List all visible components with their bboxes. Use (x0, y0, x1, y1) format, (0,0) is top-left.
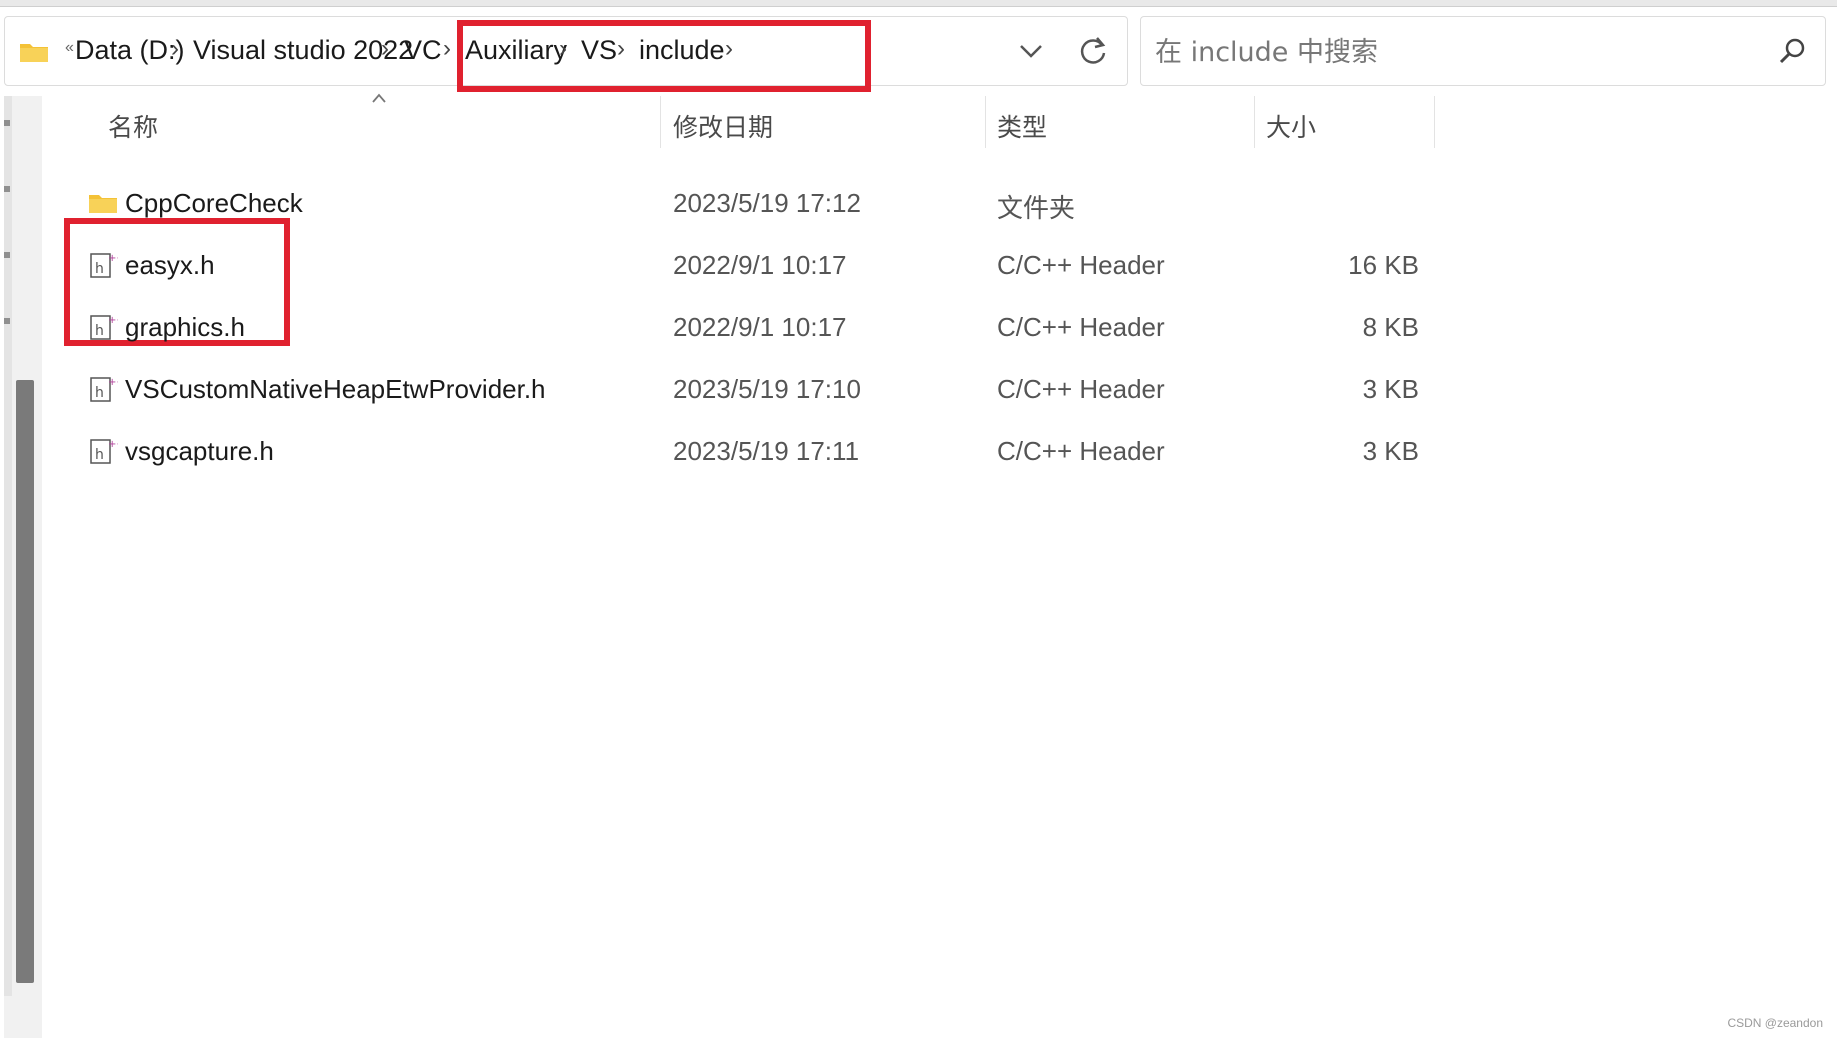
file-row-graphics[interactable]: h ++ graphics.h 2022/9/1 10:17 C/C++ Hea… (44, 298, 1444, 358)
window-top-edge (0, 0, 1837, 7)
file-type: C/C++ Header (997, 250, 1165, 280)
scroll-marker (4, 318, 10, 324)
chevron-down-icon[interactable] (1011, 35, 1051, 67)
column-header-name[interactable]: 名称 (108, 108, 158, 144)
svg-text:++: ++ (108, 439, 118, 450)
column-divider[interactable] (1434, 96, 1435, 148)
header-file-icon: h ++ (90, 377, 118, 402)
svg-text:h: h (95, 385, 104, 401)
scroll-marker (4, 252, 10, 258)
header-file-icon: h ++ (90, 315, 118, 340)
search-box[interactable] (1140, 16, 1826, 86)
chevron-right-icon[interactable]: › (617, 35, 625, 63)
file-modified: 2023/5/19 17:10 (673, 374, 861, 404)
file-type: C/C++ Header (997, 436, 1165, 466)
refresh-icon[interactable] (1073, 33, 1113, 69)
file-name: VSCustomNativeHeapEtwProvider.h (125, 374, 546, 404)
breadcrumb-item-auxiliary[interactable]: Auxiliary (465, 35, 567, 66)
chevron-right-icon[interactable]: › (171, 35, 179, 63)
file-modified: 2022/9/1 10:17 (673, 250, 847, 280)
svg-text:h: h (95, 323, 104, 339)
file-row-cppcorecheck[interactable]: CppCoreCheck 2023/5/19 17:12 文件夹 (44, 174, 1444, 234)
svg-text:h: h (95, 447, 104, 463)
navigation-pane-edge (4, 96, 12, 996)
chevron-right-icon[interactable]: › (443, 35, 451, 63)
header-file-icon: h ++ (90, 439, 118, 464)
breadcrumb-item-data-drive[interactable]: Data (D:) (75, 35, 185, 66)
file-row-vscustomnativeheap[interactable]: h ++ VSCustomNativeHeapEtwProvider.h 202… (44, 360, 1444, 420)
chevron-right-icon[interactable]: › (559, 35, 567, 63)
file-name: CppCoreCheck (125, 188, 303, 218)
file-size: 8 KB (1362, 312, 1419, 342)
file-modified: 2023/5/19 17:11 (673, 436, 860, 466)
svg-text:++: ++ (108, 315, 118, 326)
file-size: 16 KB (1348, 250, 1419, 280)
column-divider[interactable] (985, 96, 986, 148)
file-name: easyx.h (125, 250, 215, 280)
svg-text:++: ++ (108, 377, 118, 388)
breadcrumb-item-vs[interactable]: VS (581, 35, 617, 66)
folder-icon (20, 44, 48, 62)
scroll-marker (4, 186, 10, 192)
chevron-right-icon[interactable]: › (725, 35, 733, 63)
file-size: 3 KB (1362, 374, 1419, 404)
column-divider[interactable] (1254, 96, 1255, 148)
svg-text:++: ++ (108, 253, 118, 264)
folder-icon (89, 195, 117, 213)
sort-ascending-icon[interactable] (370, 92, 388, 104)
file-size: 3 KB (1362, 436, 1419, 466)
breadcrumb-overflow-icon[interactable]: « (65, 39, 74, 57)
search-icon[interactable] (1777, 37, 1807, 67)
file-modified: 2023/5/19 17:12 (673, 188, 861, 218)
column-header-type[interactable]: 类型 (997, 108, 1047, 144)
svg-text:h: h (95, 261, 104, 277)
file-type: C/C++ Header (997, 312, 1165, 342)
scrollbar-thumb[interactable] (16, 380, 34, 983)
file-type: 文件夹 (997, 194, 1076, 224)
watermark: CSDN @zeandon (1727, 1016, 1823, 1030)
column-header-modified[interactable]: 修改日期 (673, 108, 773, 144)
file-modified: 2022/9/1 10:17 (673, 312, 847, 342)
breadcrumb-item-include[interactable]: include (639, 35, 725, 66)
file-name: graphics.h (125, 312, 245, 342)
header-file-icon: h ++ (90, 253, 118, 278)
breadcrumb-item-vc[interactable]: VC (404, 35, 442, 66)
scroll-marker (4, 120, 10, 126)
file-type: C/C++ Header (997, 374, 1165, 404)
chevron-right-icon[interactable]: › (381, 35, 389, 63)
file-row-vsgcapture[interactable]: h ++ vsgcapture.h 2023/5/19 17:11 C/C++ … (44, 422, 1444, 482)
file-row-easyx[interactable]: h ++ easyx.h 2022/9/1 10:17 C/C++ Header… (44, 236, 1444, 296)
column-divider[interactable] (660, 96, 661, 148)
file-name: vsgcapture.h (125, 436, 274, 466)
search-input[interactable] (1153, 33, 1757, 71)
column-header-size[interactable]: 大小 (1266, 108, 1316, 144)
address-bar[interactable]: « Data (D:) › Visual studio 2022 › VC › … (4, 16, 1128, 86)
